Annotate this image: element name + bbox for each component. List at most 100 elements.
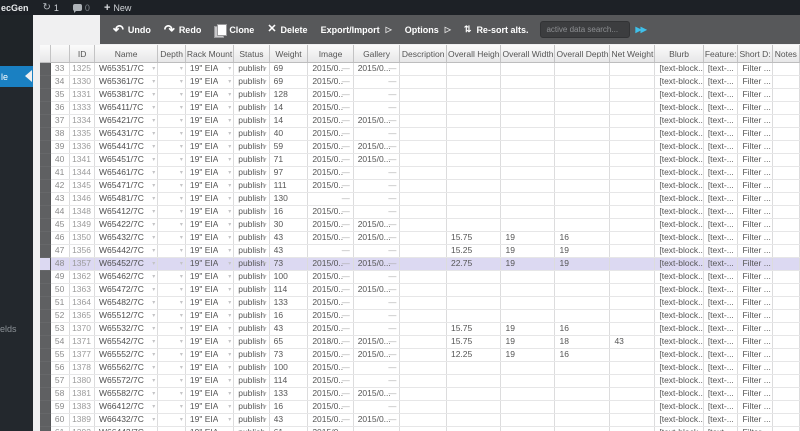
row-number-cell[interactable]: 50 (50, 283, 71, 297)
net-weight-cell[interactable] (609, 179, 656, 193)
row-number-cell[interactable]: 40 (50, 153, 71, 167)
blurb-cell[interactable]: [text-block.. (654, 335, 704, 349)
features-cell[interactable]: [text-... (703, 413, 739, 427)
gallery-cell[interactable]: — (353, 179, 401, 193)
name-cell[interactable]: W65351/7C ▾ (94, 62, 159, 76)
dropdown-arrow-icon[interactable]: ▾ (228, 352, 231, 358)
weight-cell[interactable]: 43 (269, 231, 309, 245)
notes-cell[interactable] (772, 244, 800, 258)
name-cell[interactable]: W65441/7C ▾ (94, 140, 159, 154)
clear-value-dash[interactable]: — (342, 155, 350, 164)
dropdown-arrow-icon[interactable]: ▾ (228, 170, 231, 176)
short-description-cell[interactable]: Filter ... (737, 426, 773, 431)
dropdown-arrow-icon[interactable]: ▾ (152, 222, 155, 228)
clear-value-dash[interactable]: — (342, 207, 350, 216)
clear-value-dash[interactable]: — (342, 181, 350, 190)
gallery-cell[interactable]: 2015/0... — (353, 387, 401, 401)
overall-depth-cell[interactable] (554, 400, 611, 414)
notes-cell[interactable] (772, 387, 800, 401)
clear-value-dash[interactable]: — (388, 129, 396, 138)
depth-cell[interactable]: ▾ (157, 153, 186, 167)
weight-cell[interactable]: 130 (269, 192, 309, 206)
features-cell[interactable]: [text-... (703, 426, 739, 431)
name-cell[interactable]: W65542/7C ▾ (94, 335, 159, 349)
row-drag-handle[interactable] (40, 335, 52, 349)
dropdown-arrow-icon[interactable]: ▾ (152, 391, 155, 397)
dropdown-arrow-icon[interactable]: ▾ (228, 248, 231, 254)
overall-depth-cell[interactable] (554, 114, 611, 128)
name-cell[interactable]: W65421/7C ▾ (94, 114, 159, 128)
image-cell[interactable]: 2015/0..— (307, 413, 354, 427)
weight-cell[interactable]: 65 (269, 335, 309, 349)
status-cell[interactable]: publish▾ (233, 218, 270, 232)
overall-depth-cell[interactable]: 16 (554, 348, 611, 362)
features-cell[interactable]: [text-... (703, 140, 739, 154)
rack-mount-cell[interactable]: 19" EIA ▾ (185, 387, 235, 401)
blurb-cell[interactable]: [text-block.. (654, 283, 704, 297)
redo-button[interactable]: ↷ Redo (164, 23, 201, 36)
depth-cell[interactable]: ▾ (157, 140, 186, 154)
net-weight-cell[interactable] (609, 114, 656, 128)
notes-cell[interactable] (772, 426, 800, 431)
description-cell[interactable] (399, 348, 447, 362)
name-cell[interactable]: W65451/7C ▾ (94, 153, 159, 167)
short-description-cell[interactable]: Filter ... (737, 361, 773, 375)
row-drag-handle[interactable] (40, 244, 52, 258)
rack-mount-cell[interactable]: 19" EIA ▾ (185, 205, 235, 219)
depth-cell[interactable]: ▾ (157, 101, 186, 115)
dropdown-arrow-icon[interactable]: ▾ (180, 79, 183, 85)
depth-cell[interactable]: ▾ (157, 413, 186, 427)
column-header-rack[interactable]: Rack Mount (185, 45, 235, 63)
row-number-cell[interactable]: 60 (50, 413, 71, 427)
overall-width-cell[interactable] (500, 179, 556, 193)
row-drag-handle[interactable] (40, 127, 52, 141)
short-description-cell[interactable]: Filter ... (737, 192, 773, 206)
rack-mount-cell[interactable]: 19" EIA ▾ (185, 413, 235, 427)
overall-width-cell[interactable] (500, 88, 556, 102)
overall-depth-cell[interactable] (554, 296, 611, 310)
rack-mount-cell[interactable]: 19" EIA ▾ (185, 374, 235, 388)
row-drag-handle[interactable] (40, 400, 52, 414)
overall-height-cell[interactable]: 22.75 (446, 257, 502, 271)
column-header-id[interactable]: ID (69, 45, 95, 63)
blurb-cell[interactable]: [text-block.. (654, 166, 704, 180)
overall-width-cell[interactable] (500, 192, 556, 206)
image-cell[interactable]: 2015/0..— (307, 322, 354, 336)
clear-value-dash[interactable]: — (388, 285, 396, 294)
row-drag-handle[interactable] (40, 231, 52, 245)
clear-value-dash[interactable]: — (388, 90, 396, 99)
dropdown-arrow-icon[interactable]: ▾ (180, 209, 183, 215)
overall-height-cell[interactable] (446, 62, 502, 76)
overall-depth-cell[interactable] (554, 62, 611, 76)
short-description-cell[interactable]: Filter ... (737, 270, 773, 284)
dropdown-arrow-icon[interactable]: ▾ (264, 313, 267, 319)
row-number-cell[interactable]: 39 (50, 140, 71, 154)
short-description-cell[interactable]: Filter ... (737, 231, 773, 245)
rack-mount-cell[interactable]: 19" EIA ▾ (185, 75, 235, 89)
row-number-cell[interactable]: 33 (50, 62, 71, 76)
dropdown-arrow-icon[interactable]: ▾ (264, 92, 267, 98)
weight-cell[interactable]: 16 (269, 309, 309, 323)
notes-cell[interactable] (772, 348, 800, 362)
net-weight-cell[interactable] (609, 205, 656, 219)
weight-cell[interactable]: 16 (269, 205, 309, 219)
dropdown-arrow-icon[interactable]: ▾ (180, 105, 183, 111)
notes-cell[interactable] (772, 335, 800, 349)
features-cell[interactable]: [text-... (703, 218, 739, 232)
net-weight-cell[interactable] (609, 192, 656, 206)
net-weight-cell[interactable] (609, 218, 656, 232)
status-cell[interactable]: publish▾ (233, 335, 270, 349)
net-weight-cell[interactable] (609, 426, 656, 431)
net-weight-cell[interactable] (609, 62, 656, 76)
row-number-cell[interactable]: 52 (50, 309, 71, 323)
short-description-cell[interactable]: Filter ... (737, 127, 773, 141)
status-cell[interactable]: publish▾ (233, 296, 270, 310)
clear-value-dash[interactable]: — (388, 402, 396, 411)
overall-depth-cell[interactable] (554, 218, 611, 232)
overall-height-cell[interactable] (446, 270, 502, 284)
depth-cell[interactable]: ▾ (157, 361, 186, 375)
features-cell[interactable]: [text-... (703, 127, 739, 141)
blurb-cell[interactable]: [text-block.. (654, 270, 704, 284)
dropdown-arrow-icon[interactable]: ▾ (152, 274, 155, 280)
image-cell[interactable]: 2015/0..— (307, 283, 354, 297)
